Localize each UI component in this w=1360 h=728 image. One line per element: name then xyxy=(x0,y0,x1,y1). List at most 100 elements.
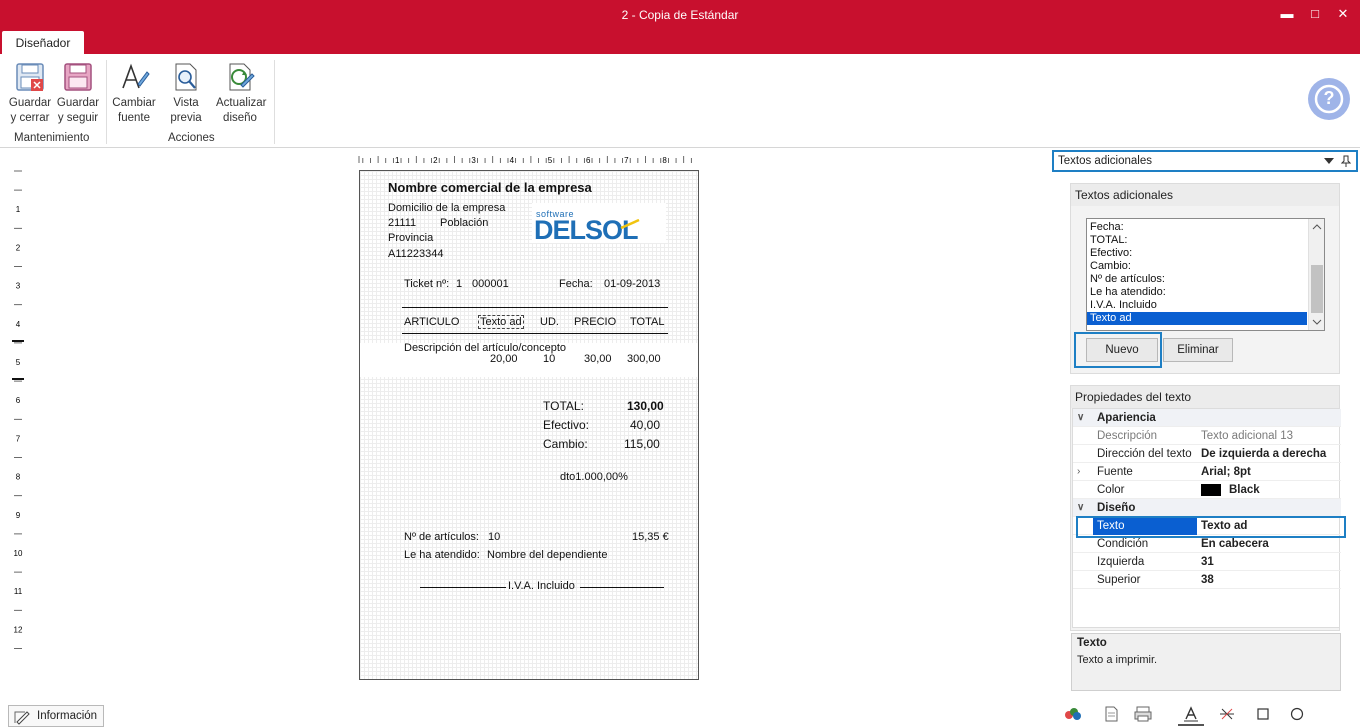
ruler-number: 8 xyxy=(16,473,21,482)
prop-direccion[interactable]: Dirección del texto De izquierda a derec… xyxy=(1073,445,1341,463)
cash-value[interactable]: 40,00 xyxy=(630,418,660,432)
tab-disenador[interactable]: Diseñador xyxy=(2,31,84,54)
minimize-button[interactable]: ▬ xyxy=(1276,4,1298,24)
guardar-cerrar-button[interactable]: Guardar y cerrar xyxy=(6,60,54,126)
scroll-down-icon[interactable] xyxy=(1309,317,1325,327)
col-total[interactable]: TOTAL xyxy=(630,316,664,328)
pin-icon[interactable] xyxy=(1341,155,1351,167)
line-texto-value[interactable]: 20,00 xyxy=(490,353,518,365)
scroll-thumb[interactable] xyxy=(1311,265,1323,313)
tab-line-tool[interactable] xyxy=(1214,706,1240,726)
tab-rectangle-tool[interactable] xyxy=(1250,706,1276,726)
attended-label[interactable]: Le ha atendido: xyxy=(404,549,480,561)
items-label[interactable]: Nº de artículos: xyxy=(404,531,479,543)
actualizar-diseno-button[interactable]: Actualizar diseño xyxy=(216,60,267,126)
date-value[interactable]: 01-09-2013 xyxy=(604,278,660,290)
list-item-selected[interactable]: Texto ad xyxy=(1087,312,1307,325)
help-button[interactable]: ? xyxy=(1308,78,1350,120)
category-apariencia[interactable]: ∨ Apariencia xyxy=(1073,409,1341,427)
col-ud[interactable]: UD. xyxy=(540,316,559,328)
prop-fuente[interactable]: › Fuente Arial; 8pt xyxy=(1073,463,1341,481)
col-texto-ad-selected[interactable]: Texto ad xyxy=(478,315,524,329)
vista-previa-button[interactable]: Vista previa xyxy=(162,60,210,126)
tab-ellipse-tool[interactable] xyxy=(1284,706,1310,726)
document-icon xyxy=(1105,706,1118,722)
vat-included[interactable]: I.V.A. Incluido xyxy=(508,580,575,592)
cash-label[interactable]: Efectivo: xyxy=(543,418,589,432)
informacion-button[interactable]: Información xyxy=(8,705,104,727)
line-description[interactable]: Descripción del artículo/concepto xyxy=(404,342,566,354)
ticket-series[interactable]: 1 xyxy=(456,278,462,290)
company-name[interactable]: Nombre comercial de la empresa xyxy=(388,180,592,195)
close-button[interactable]: ✕ xyxy=(1332,4,1354,24)
tab-colors[interactable] xyxy=(1060,706,1086,726)
discount-text[interactable]: dto1.000,00% xyxy=(560,471,628,483)
prop-descripcion-value: Texto adicional 13 xyxy=(1201,430,1294,442)
ribbon-separator xyxy=(106,60,107,144)
tab-printer[interactable] xyxy=(1130,706,1156,726)
attended-value[interactable]: Nombre del dependiente xyxy=(487,549,607,561)
ticket-canvas[interactable]: Nombre comercial de la empresa Domicilio… xyxy=(359,170,699,680)
items-value[interactable]: 10 xyxy=(488,531,500,543)
total-label[interactable]: TOTAL: xyxy=(543,399,584,413)
items-amount[interactable]: 15,35 € xyxy=(632,531,669,543)
ticket-number[interactable]: 000001 xyxy=(472,278,509,290)
expand-caret-icon[interactable]: › xyxy=(1077,463,1080,481)
list-item[interactable]: Le ha atendido: xyxy=(1087,286,1307,299)
company-address[interactable]: Domicilio de la empresa xyxy=(388,202,505,214)
ruler-number: 7 xyxy=(16,434,21,443)
col-precio[interactable]: PRECIO xyxy=(574,316,616,328)
cambiar-fuente-button[interactable]: Cambiar fuente xyxy=(110,60,158,126)
prop-superior[interactable]: Superior 38 xyxy=(1073,571,1341,589)
textos-listbox[interactable]: Fecha: TOTAL: Efectivo: Cambio: Nº de ar… xyxy=(1086,218,1325,331)
printer-icon xyxy=(1134,706,1152,722)
total-value[interactable]: 130,00 xyxy=(627,399,664,413)
ribbon-separator xyxy=(274,60,275,144)
province[interactable]: Provincia xyxy=(388,232,433,244)
top-ruler: 1 2 3 4 5 6 7 8 xyxy=(358,156,692,165)
property-description-body: Texto a imprimir. xyxy=(1077,654,1158,666)
prop-descripcion[interactable]: Descripción Texto adicional 13 xyxy=(1073,427,1341,445)
list-scrollbar[interactable] xyxy=(1308,219,1324,330)
list-item[interactable]: Efectivo: xyxy=(1087,247,1307,260)
tab-document[interactable] xyxy=(1098,706,1124,726)
ruler-number: 1 xyxy=(16,205,21,214)
guardar-seguir-button[interactable]: Guardar y seguir xyxy=(54,60,102,126)
list-item[interactable]: Fecha: xyxy=(1087,221,1307,234)
save-icon xyxy=(64,63,92,91)
eliminar-button[interactable]: Eliminar xyxy=(1163,338,1233,362)
scroll-up-icon[interactable] xyxy=(1309,222,1325,232)
change-value[interactable]: 115,00 xyxy=(624,437,660,451)
vat-rule-left xyxy=(420,587,506,588)
section-dropdown[interactable]: Textos adicionales xyxy=(1052,150,1358,172)
maximize-button[interactable]: □ xyxy=(1304,4,1326,24)
tab-text-tool[interactable] xyxy=(1178,706,1204,726)
nuevo-button[interactable]: Nuevo xyxy=(1086,338,1158,362)
prop-color[interactable]: Color Black xyxy=(1073,481,1341,499)
list-item[interactable]: TOTAL: xyxy=(1087,234,1307,247)
ruler-number: 6 xyxy=(16,396,21,405)
date-label[interactable]: Fecha: xyxy=(559,278,593,290)
list-item[interactable]: Nº de artículos: xyxy=(1087,273,1307,286)
list-item[interactable]: I.V.A. Incluido xyxy=(1087,299,1307,312)
line-price[interactable]: 30,00 xyxy=(584,353,612,365)
ticket-label[interactable]: Ticket nº: xyxy=(404,278,449,290)
prop-direccion-label: Dirección del texto xyxy=(1097,448,1192,460)
chevron-down-icon xyxy=(1324,158,1334,164)
line-total[interactable]: 300,00 xyxy=(627,353,661,365)
line-units[interactable]: 10 xyxy=(543,353,555,365)
header-top-rule xyxy=(402,307,668,308)
category-diseno[interactable]: ∨ Diseño xyxy=(1073,499,1341,517)
collapse-caret-icon[interactable]: ∨ xyxy=(1077,409,1084,427)
col-articulo[interactable]: ARTICULO xyxy=(404,316,459,328)
collapse-caret-icon[interactable]: ∨ xyxy=(1077,499,1084,517)
ribbon-tab-row: Diseñador xyxy=(0,30,1360,54)
category-diseno-label: Diseño xyxy=(1097,502,1136,514)
prop-izquierda[interactable]: Izquierda 31 xyxy=(1073,553,1341,571)
postal-code[interactable]: 21111 xyxy=(388,217,416,229)
change-label[interactable]: Cambio: xyxy=(543,437,588,451)
city[interactable]: Población xyxy=(440,217,488,229)
tax-id[interactable]: A11223344 xyxy=(388,248,443,260)
list-item[interactable]: Cambio: xyxy=(1087,260,1307,273)
company-logo[interactable]: software DELSOL xyxy=(532,203,666,245)
